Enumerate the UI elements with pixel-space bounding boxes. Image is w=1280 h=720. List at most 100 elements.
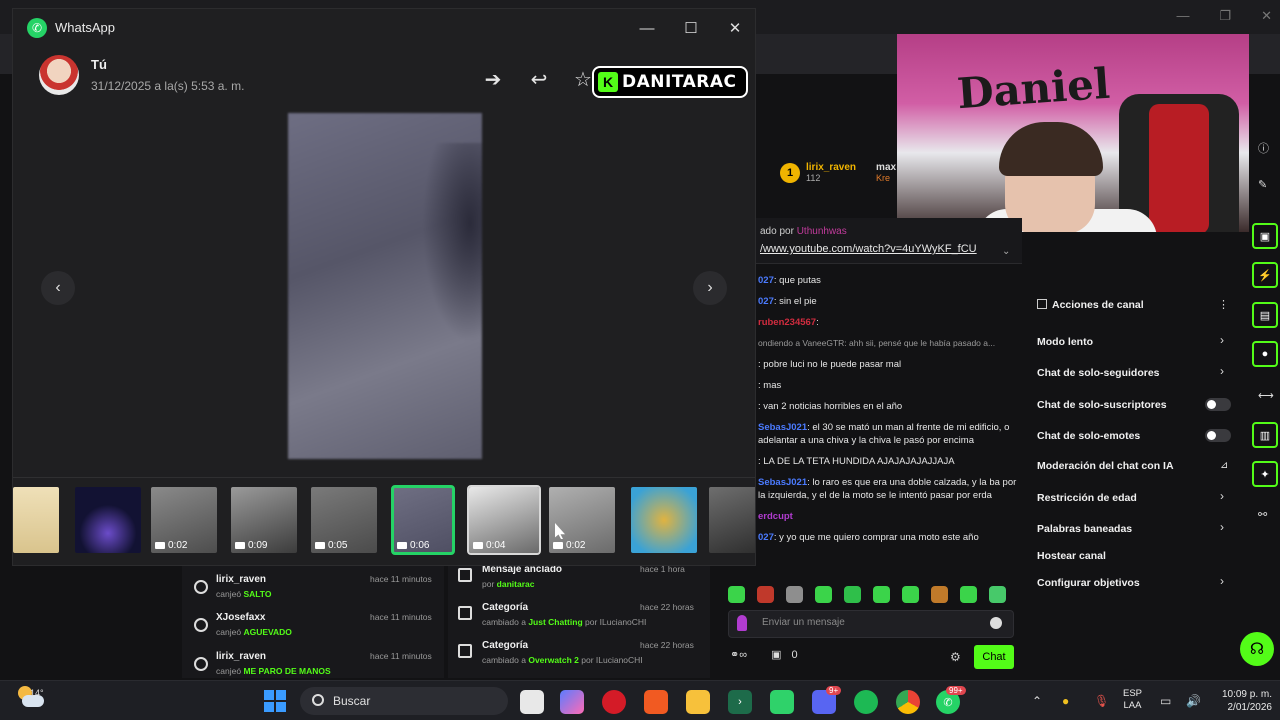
emote-icon[interactable] [786,586,803,603]
sidebar-tool-6[interactable]: ✦ [1252,461,1278,487]
chat-username[interactable]: 027 [758,532,774,543]
channel-action-item[interactable]: Restricción de edad [1037,492,1137,504]
emote-icon[interactable] [960,586,977,603]
sidebar-tool-4[interactable]: ● [1252,341,1278,367]
file-manager-icon[interactable] [520,690,544,714]
links-icon[interactable]: ⟷ [1258,389,1274,402]
emoji-icon[interactable] [990,617,1002,629]
viewer-info[interactable]: 1 lirix_raven 112 max Kre [780,162,896,183]
channel-action-item[interactable]: Chat de solo-suscriptores [1037,399,1167,411]
volume-icon[interactable]: 🔊 [1186,694,1201,708]
network-icon[interactable]: ▭ [1160,694,1171,708]
chat-username[interactable]: SebasJ021 [758,422,807,433]
media-thumbnail[interactable]: 0:05 [311,487,377,553]
start-button[interactable] [264,690,286,712]
tray-app-icon[interactable]: ● [1062,694,1069,708]
chat-message[interactable]: : LA DE LA TETA HUNDIDA AJAJAJAJAJJAJA [758,455,1020,468]
chat-username[interactable]: ruben234567 [758,317,816,328]
chat-username[interactable]: erdcupt [758,511,793,522]
channel-action-item[interactable]: Hostear canal [1037,550,1106,562]
sidebar-tool-2[interactable]: ⚡ [1252,262,1278,288]
chat-username[interactable]: SebasJ021 [758,477,807,488]
emote-icon[interactable] [728,586,745,603]
sidebar-tool-5[interactable]: ▥ [1252,422,1278,448]
chevron-right-icon[interactable]: › [1220,574,1224,588]
next-media-button[interactable]: › [693,271,727,305]
emote-icon[interactable] [902,586,919,603]
sidebar-tool-1[interactable]: ▣ [1252,223,1278,249]
channel-action-item[interactable]: Chat de solo-emotes [1037,430,1140,442]
microphone-icon[interactable]: 🎙 [1094,694,1109,708]
channel-action-item[interactable]: Palabras baneadas [1037,523,1132,535]
media-thumbnail[interactable]: 0:09 [231,487,297,553]
chevron-right-icon[interactable]: › [1220,489,1224,503]
emote-icon[interactable] [873,586,890,603]
share-icon[interactable]: ⚯ [1258,508,1267,521]
toggle-switch[interactable] [1205,429,1231,442]
chat-message[interactable]: 027: y yo que me quiero comprar una moto… [758,531,1020,544]
chevron-down-icon[interactable]: ⌄ [1002,246,1010,257]
media-thumbnail[interactable] [13,487,59,553]
brave-icon[interactable] [644,690,668,714]
restore-icon[interactable]: ❐ [1219,8,1231,24]
emote-icon[interactable] [931,586,948,603]
pinned-link[interactable]: /www.youtube.com/watch?v=4uYWyKF_fCU [760,243,977,255]
chat-message[interactable]: : mas [758,379,1020,392]
chevron-right-icon[interactable]: › [1220,364,1224,378]
channel-action-item[interactable]: Configurar objetivos [1037,577,1140,589]
toggle-switch[interactable] [1205,398,1231,411]
emote-icon[interactable] [844,586,861,603]
edit-icon[interactable]: ✎ [1258,178,1267,191]
media-thumbnail[interactable]: 0:06 [391,485,455,555]
search-input[interactable] [300,687,508,715]
chat-username[interactable]: 027 [758,296,774,307]
forward-icon[interactable]: ➔ [479,65,507,93]
chevron-right-icon[interactable]: › [1220,520,1224,534]
chat-send-button[interactable]: Chat [974,645,1014,669]
language-indicator[interactable]: ESP LAA [1123,688,1142,712]
chat-badge-icon[interactable] [737,615,747,631]
sidebar-tool-3[interactable]: ▤ [1252,302,1278,328]
chat-message[interactable]: erdcupt [758,510,1020,523]
chat-message[interactable]: ruben234567: [758,316,1020,329]
media-preview[interactable] [288,113,482,459]
chevron-up-icon[interactable]: ⌃ [1032,694,1042,708]
media-thumbnail[interactable] [709,487,755,553]
more-options-icon[interactable]: ⋮ [1218,298,1229,311]
close-icon[interactable]: ✕ [721,14,749,42]
media-thumbnail[interactable] [75,487,141,553]
chat-message[interactable]: ondiendo a VaneeGTR: ahh sii, pensé que … [758,337,1020,350]
chevron-right-icon[interactable]: › [1220,333,1224,347]
close-icon[interactable]: ✕ [1261,8,1272,24]
spotify-icon[interactable] [854,690,878,714]
chat-message[interactable]: 027: sin el pie [758,295,1020,308]
chat-username[interactable]: 027 [758,275,774,286]
gift-icon[interactable]: ▣ [771,648,781,661]
copilot-icon[interactable] [560,690,584,714]
reply-icon[interactable]: ↩ [525,65,553,93]
channel-action-item[interactable]: Moderación del chat con IA [1037,460,1174,472]
media-thumbnail[interactable] [631,487,697,553]
chat-message[interactable]: : van 2 noticias horribles en el año [758,400,1020,413]
ai-icon[interactable]: ⊿ [1220,460,1228,471]
chat-message[interactable]: SebasJ021: lo raro es que era una doble … [758,476,1020,502]
emote-icon[interactable] [989,586,1006,603]
clock[interactable]: 10:09 p. m. 2/01/2026 [1212,688,1272,714]
info-icon[interactable]: ⓘ [1258,140,1269,156]
minimize-icon[interactable]: — [1176,8,1189,24]
terminal-icon[interactable]: › [728,690,752,714]
channel-action-item[interactable]: Modo lento [1037,336,1093,348]
folder-icon[interactable] [686,690,710,714]
previous-media-button[interactable]: ‹ [41,271,75,305]
chat-message[interactable]: : pobre luci no le puede pasar mal [758,358,1020,371]
chat-message[interactable]: 027: que putas [758,274,1020,287]
app-icon[interactable] [770,690,794,714]
emote-icon[interactable] [815,586,832,603]
media-thumbnail[interactable]: 0:02 [549,487,615,553]
gear-icon[interactable]: ⚙ [950,650,961,664]
chrome-icon[interactable] [896,690,920,714]
link-icon[interactable]: ⚭∞ [730,648,747,661]
opera-icon[interactable] [602,690,626,714]
emote-icon[interactable] [757,586,774,603]
support-button[interactable]: ☊ [1240,632,1274,666]
